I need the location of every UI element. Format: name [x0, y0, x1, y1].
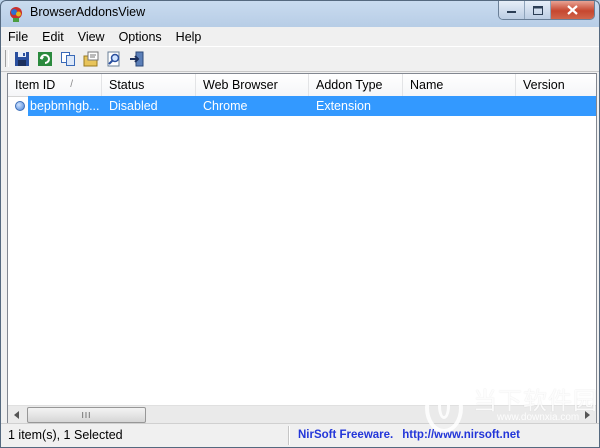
scrollbar-thumb[interactable]: III	[27, 407, 146, 423]
sort-indicator: /	[70, 79, 73, 90]
toolbar	[1, 46, 599, 72]
find-button[interactable]	[105, 50, 123, 68]
window-title: BrowserAddonsView	[30, 5, 146, 19]
vendor-text: NirSoft Freeware.	[298, 429, 394, 441]
scroll-left-button[interactable]	[8, 406, 25, 423]
find-icon	[107, 51, 120, 67]
menu-bar: File Edit View Options Help	[1, 27, 599, 46]
list-header: Item ID / Status Web Browser Addon Type …	[8, 74, 596, 97]
menu-edit[interactable]: Edit	[35, 30, 71, 44]
column-header-name[interactable]: Name	[403, 74, 516, 96]
menu-view[interactable]: View	[71, 30, 112, 44]
app-window: BrowserAddonsView File Edit View Options…	[0, 0, 600, 448]
properties-icon	[83, 51, 99, 67]
caption-buttons	[498, 1, 595, 20]
cell-addon-type: Extension	[316, 99, 371, 113]
toolbar-grip[interactable]	[5, 50, 9, 67]
maximize-icon	[532, 5, 543, 15]
column-header-web-browser[interactable]: Web Browser	[196, 74, 309, 96]
cell-name	[403, 96, 516, 116]
column-header-version[interactable]: Version	[516, 74, 596, 96]
arrow-left-icon	[13, 410, 19, 419]
status-divider	[288, 426, 290, 445]
exit-button[interactable]	[128, 50, 146, 68]
close-button[interactable]	[550, 1, 594, 19]
table-row[interactable]: bepbmhgb... Disabled Chrome Extension	[8, 96, 596, 116]
addons-list[interactable]: Item ID / Status Web Browser Addon Type …	[7, 73, 597, 424]
menu-help[interactable]: Help	[169, 30, 209, 44]
save-button[interactable]	[13, 50, 31, 68]
properties-button[interactable]	[82, 50, 100, 68]
menu-options[interactable]: Options	[112, 30, 169, 44]
cell-web-browser: Chrome	[203, 99, 248, 113]
arrow-right-icon	[584, 410, 590, 419]
maximize-button[interactable]	[524, 1, 550, 19]
save-icon	[15, 52, 29, 66]
column-header-addon-type[interactable]: Addon Type	[309, 74, 403, 96]
refresh-button[interactable]	[36, 50, 54, 68]
copy-button[interactable]	[59, 50, 77, 68]
app-icon	[10, 7, 22, 22]
vendor-url[interactable]: http://www.nirsoft.net	[402, 429, 520, 441]
column-header-item-id[interactable]: Item ID /	[8, 74, 102, 96]
close-icon	[567, 5, 578, 15]
cell-item-id: bepbmhgb...	[30, 99, 100, 113]
cell-version	[516, 96, 596, 116]
menu-file[interactable]: File	[1, 30, 35, 44]
scroll-right-button[interactable]	[579, 406, 596, 423]
title-bar[interactable]: BrowserAddonsView	[1, 1, 599, 27]
cell-status: Disabled	[109, 99, 158, 113]
copy-icon	[61, 52, 75, 66]
status-vendor-link[interactable]: NirSoft Freeware. http://www.nirsoft.net	[298, 429, 529, 441]
status-bar: 1 item(s), 1 Selected NirSoft Freeware. h…	[1, 423, 599, 447]
column-header-status[interactable]: Status	[102, 74, 196, 96]
exit-icon	[130, 51, 144, 67]
refresh-icon	[38, 52, 52, 66]
status-item-count: 1 item(s), 1 Selected	[8, 428, 123, 442]
minimize-icon	[507, 11, 516, 13]
minimize-button[interactable]	[499, 1, 524, 19]
horizontal-scrollbar[interactable]: III	[8, 405, 596, 423]
